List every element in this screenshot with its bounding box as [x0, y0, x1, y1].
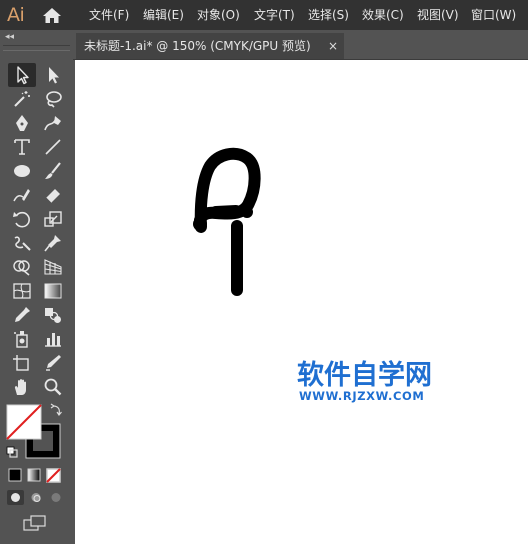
watermark: 软件自学网 WWW.RJZXW.COM — [297, 360, 447, 406]
menu-edit[interactable]: 编辑(E) — [143, 7, 184, 23]
home-icon[interactable] — [42, 7, 62, 24]
screen-mode-icon[interactable] — [22, 514, 50, 532]
symbol-sprayer-tool-icon — [14, 331, 28, 348]
warp-tool-icon — [14, 236, 31, 251]
canvas-edge — [73, 60, 75, 544]
type-tool[interactable] — [8, 135, 36, 159]
eraser-tool[interactable] — [39, 183, 67, 207]
line-segment-tool-icon — [45, 139, 61, 155]
document-tab[interactable]: 未标题-1.ai* @ 150% (CMYK/GPU 预览) × — [76, 33, 344, 59]
color-button — [8, 468, 22, 482]
slice-tool-icon — [46, 355, 61, 371]
swap-fill-stroke-icon — [50, 403, 62, 417]
draw-normal-icon — [11, 493, 20, 502]
blend-tool-icon — [45, 308, 61, 323]
drawn-artwork[interactable] — [180, 140, 280, 300]
artboard-tool-icon — [13, 355, 29, 371]
draw-inside-icon — [51, 493, 61, 502]
fill-stroke-control[interactable] — [4, 402, 68, 462]
warp-tool[interactable] — [8, 231, 36, 255]
menu-object[interactable]: 对象(O) — [197, 7, 240, 23]
shape-builder-tool[interactable] — [8, 255, 36, 279]
curvature-tool[interactable] — [39, 111, 67, 135]
puppet-warp-tool[interactable] — [39, 231, 67, 255]
perspective-grid-tool-icon — [44, 259, 62, 275]
magic-wand-tool[interactable] — [8, 87, 36, 111]
zoom-tool[interactable] — [39, 375, 67, 399]
line-segment-tool[interactable] — [39, 135, 67, 159]
rotate-tool[interactable] — [8, 207, 36, 231]
paintbrush-tool[interactable] — [39, 159, 67, 183]
menu-effect[interactable]: 效果(C) — [362, 7, 404, 23]
gradient-tool-icon — [44, 283, 62, 299]
watermark-title: 软件自学网 — [297, 360, 432, 391]
scale-tool-icon — [44, 211, 62, 227]
mesh-tool[interactable] — [8, 279, 36, 303]
direct-selection-tool-icon — [49, 67, 59, 84]
selection-tool-icon — [17, 66, 29, 85]
color-mode-buttons — [8, 468, 61, 483]
artboard-tool[interactable] — [8, 351, 36, 375]
pen-tool[interactable] — [8, 111, 36, 135]
menu-file[interactable]: 文件(F) — [89, 7, 129, 23]
direct-selection-tool[interactable] — [39, 63, 67, 87]
selection-tool[interactable] — [8, 63, 36, 87]
menu-select[interactable]: 选择(S) — [308, 7, 349, 23]
menu-view[interactable]: 视图(V) — [417, 7, 459, 23]
artwork-crossbar-stroke — [210, 205, 242, 218]
panel-grip[interactable] — [3, 45, 70, 51]
artwork-right-dot — [241, 206, 253, 218]
zoom-tool-icon — [44, 378, 62, 396]
gradient-tool[interactable] — [39, 279, 67, 303]
ellipse-tool-icon — [14, 165, 30, 177]
shaper-tool-icon — [13, 189, 30, 202]
column-graph-tool[interactable] — [39, 327, 67, 351]
collapse-panel-icon[interactable]: ◂◂ — [5, 32, 19, 42]
mesh-tool-icon — [13, 283, 31, 299]
scale-tool[interactable] — [39, 207, 67, 231]
shaper-tool[interactable] — [8, 183, 36, 207]
pen-tool-icon — [16, 115, 28, 131]
menu-window[interactable]: 窗口(W) — [471, 7, 516, 23]
shape-builder-tool-icon — [13, 260, 30, 276]
artboard-canvas[interactable] — [75, 60, 528, 544]
column-graph-tool-icon — [45, 333, 61, 347]
gradient-button — [27, 468, 41, 482]
ellipse-tool[interactable] — [8, 159, 36, 183]
blend-tool[interactable] — [39, 303, 67, 327]
document-tab-title: 未标题-1.ai* @ 150% (CMYK/GPU 预览) — [84, 39, 311, 53]
curvature-tool-icon — [44, 116, 61, 131]
hand-tool-icon — [14, 379, 26, 395]
draw-mode-buttons — [7, 490, 61, 505]
magic-wand-tool-icon — [14, 91, 30, 107]
watermark-url: WWW.RJZXW.COM — [299, 389, 425, 403]
eraser-tool-icon — [45, 189, 60, 204]
menu-type[interactable]: 文字(T) — [254, 7, 295, 23]
eyedropper-tool-icon — [15, 307, 30, 322]
paintbrush-tool-icon — [45, 162, 61, 179]
lasso-tool[interactable] — [39, 87, 67, 111]
type-tool-icon — [14, 139, 30, 155]
rotate-tool-icon — [13, 211, 30, 228]
menu-bar: Ai 文件(F) 编辑(E) 对象(O) 文字(T) 选择(S) 效果(C) 视… — [0, 0, 528, 30]
eyedropper-tool[interactable] — [8, 303, 36, 327]
slice-tool[interactable] — [39, 351, 67, 375]
hand-tool[interactable] — [8, 375, 36, 399]
artwork-left-dot — [193, 217, 207, 231]
symbol-sprayer-tool[interactable] — [8, 327, 36, 351]
perspective-grid-tool[interactable] — [39, 255, 67, 279]
puppet-warp-tool-icon — [44, 235, 61, 252]
lasso-tool-icon — [46, 91, 62, 108]
close-tab-icon[interactable]: × — [328, 38, 338, 54]
app-logo: Ai — [7, 4, 25, 26]
